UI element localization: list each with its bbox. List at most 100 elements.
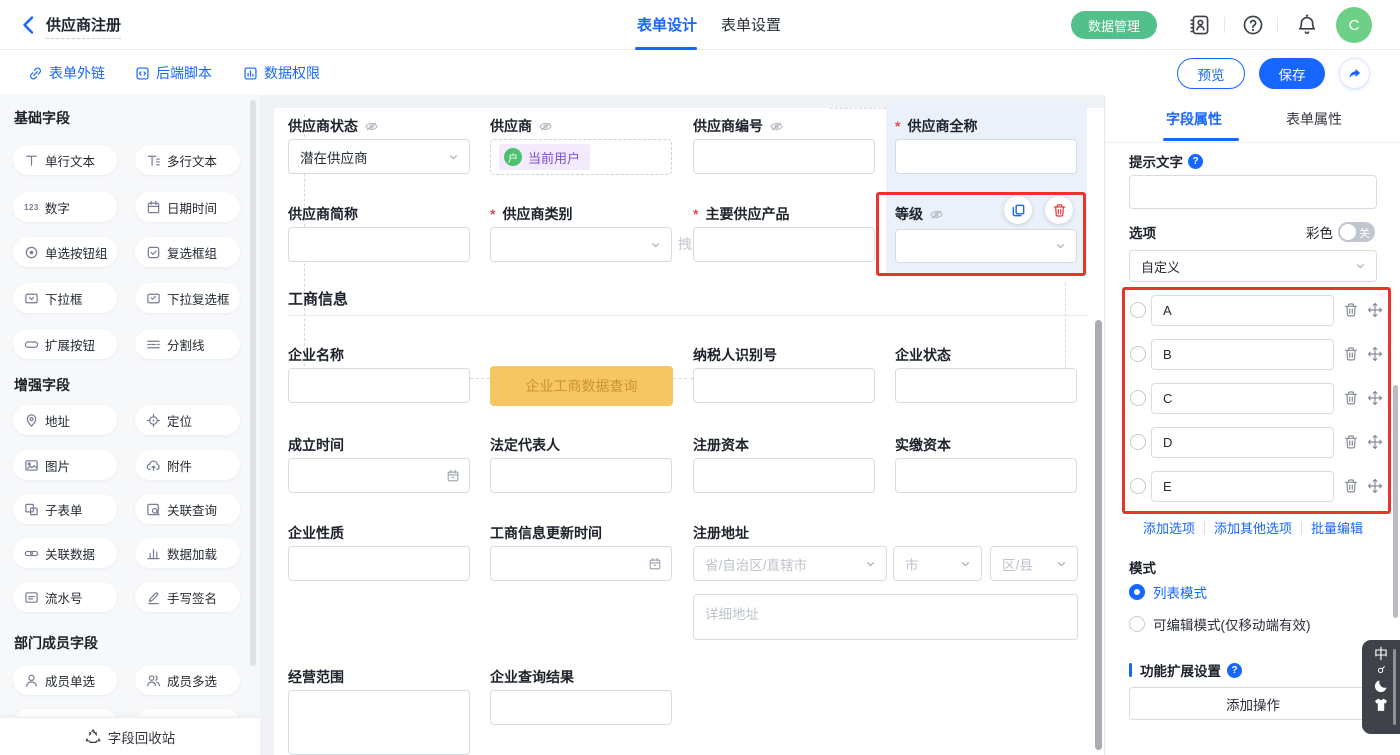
page-title[interactable]: 供应商注册	[46, 14, 121, 39]
option-delete-icon[interactable]	[1343, 478, 1359, 494]
add-option-link[interactable]: 添加选项	[1143, 518, 1195, 537]
field-type-member-single[interactable]: 成员单选	[13, 665, 117, 695]
field-type-multi-line-text[interactable]: 多行文本	[135, 145, 240, 175]
company-name-input[interactable]	[288, 368, 470, 403]
supplier-full-input[interactable]	[895, 139, 1077, 174]
supplier-short-input[interactable]	[288, 227, 470, 262]
batch-edit-link[interactable]: 批量编辑	[1311, 518, 1363, 537]
option-move-icon[interactable]	[1367, 390, 1383, 406]
field-type-extend-button[interactable]: 扩展按钮	[13, 329, 117, 359]
help-circle-icon[interactable]: ?	[1188, 154, 1203, 169]
dark-mode-moon-icon[interactable]	[1373, 677, 1390, 694]
reg-capital-input[interactable]	[693, 458, 875, 493]
form-external-link[interactable]: 表单外链	[28, 63, 105, 83]
paid-capital-input[interactable]	[895, 458, 1077, 493]
field-type-address[interactable]: 地址	[13, 405, 117, 435]
field-type-location[interactable]: 定位	[135, 405, 240, 435]
save-button[interactable]: 保存	[1259, 58, 1325, 89]
tax-id-input[interactable]	[693, 368, 875, 403]
tab-form-settings[interactable]: 表单设置	[721, 14, 781, 35]
sidebar-scrollbar[interactable]	[250, 100, 256, 666]
company-nature-input[interactable]	[288, 546, 470, 581]
theme-shirt-icon[interactable]	[1373, 697, 1389, 713]
field-type-datetime[interactable]: 日期时间	[135, 192, 240, 222]
back-icon[interactable]	[18, 14, 40, 36]
address-book-icon[interactable]	[1189, 14, 1211, 36]
share-button[interactable]	[1339, 58, 1370, 89]
field-type-serial-number[interactable]: 流水号	[13, 582, 117, 612]
legal-person-input[interactable]	[490, 458, 672, 493]
field-type-select[interactable]: 下拉框	[13, 283, 117, 313]
form-design-surface[interactable]: 拽到 供应商状态 潜在供应商 供应商 户 当前用户 供应商编号 供应商全称	[274, 108, 1104, 755]
option-move-icon[interactable]	[1367, 478, 1383, 494]
supplier-no-input[interactable]	[693, 139, 875, 174]
province-select[interactable]: 省/自治区/直辖市	[693, 546, 887, 581]
company-status-input[interactable]	[895, 368, 1077, 403]
field-type-checkbox-group[interactable]: 复选框组	[135, 237, 240, 267]
delete-field-button[interactable]	[1045, 196, 1073, 224]
supplier-status-select[interactable]: 潜在供应商	[288, 139, 470, 174]
backend-script-link[interactable]: 后端脚本	[135, 63, 212, 83]
avatar[interactable]: C	[1336, 7, 1372, 43]
option-value-input[interactable]	[1151, 427, 1334, 458]
canvas-scrollbar[interactable]	[1095, 320, 1102, 750]
color-toggle[interactable]: 关	[1338, 222, 1375, 242]
copy-field-button[interactable]	[1004, 196, 1032, 224]
supplier-user-field[interactable]: 户 当前用户	[490, 139, 672, 175]
detail-address-textarea[interactable]: 详细地址	[693, 594, 1078, 640]
update-time-input[interactable]	[490, 546, 672, 581]
level-select[interactable]	[895, 229, 1077, 263]
data-permission-link[interactable]: 数据权限	[243, 63, 320, 83]
field-type-radio-group[interactable]: 单选按钮组	[13, 237, 117, 267]
option-radio[interactable]	[1130, 302, 1146, 318]
option-delete-icon[interactable]	[1343, 390, 1359, 406]
option-move-icon[interactable]	[1367, 346, 1383, 362]
eye-off-icon[interactable]	[929, 207, 944, 222]
field-type-attachment[interactable]: 附件	[135, 450, 240, 480]
option-value-input[interactable]	[1151, 383, 1334, 414]
establish-date-input[interactable]	[288, 458, 470, 493]
eye-off-icon[interactable]	[538, 119, 553, 134]
panel-scrollbar[interactable]	[1393, 385, 1398, 618]
option-radio[interactable]	[1130, 434, 1146, 450]
option-move-icon[interactable]	[1367, 434, 1383, 450]
tab-form-properties[interactable]: 表单属性	[1286, 109, 1342, 129]
field-type-related-query[interactable]: 关联查询	[135, 494, 240, 524]
option-move-icon[interactable]	[1367, 302, 1383, 318]
field-type-image[interactable]: 图片	[13, 450, 117, 480]
tab-field-properties[interactable]: 字段属性	[1166, 109, 1222, 129]
supplier-category-select[interactable]	[490, 227, 672, 262]
eye-off-icon[interactable]	[769, 119, 784, 134]
main-products-input[interactable]	[693, 227, 875, 262]
option-source-select[interactable]: 自定义	[1129, 250, 1377, 282]
help-icon[interactable]	[1242, 14, 1264, 36]
field-recycle-bin[interactable]: 字段回收站	[0, 717, 260, 755]
field-type-signature[interactable]: 手写签名	[135, 582, 240, 612]
option-radio[interactable]	[1130, 478, 1146, 494]
field-type-related-data[interactable]: 关联数据	[13, 538, 117, 568]
district-select[interactable]: 区/县	[990, 546, 1078, 581]
help-circle-icon[interactable]: ?	[1227, 663, 1242, 678]
field-type-subform[interactable]: 子表单	[13, 494, 117, 524]
field-type-single-line-text[interactable]: 单行文本	[13, 145, 117, 175]
preview-button[interactable]: 预览	[1177, 58, 1245, 89]
add-other-option-link[interactable]: 添加其他选项	[1214, 518, 1292, 537]
business-data-query-button[interactable]: 企业工商数据查询	[490, 366, 673, 406]
option-radio[interactable]	[1130, 346, 1146, 362]
data-manage-button[interactable]: 数据管理	[1071, 11, 1157, 39]
placeholder-text-input[interactable]	[1129, 175, 1377, 209]
eye-off-icon[interactable]	[364, 119, 379, 134]
mode-radio-list[interactable]: 列表模式	[1129, 582, 1207, 602]
field-type-member-multi[interactable]: 成员多选	[135, 665, 240, 695]
business-scope-textarea[interactable]	[288, 690, 470, 755]
field-type-number[interactable]: 123 数字	[13, 192, 117, 222]
language-icon[interactable]: 中	[1374, 647, 1388, 662]
option-value-input[interactable]	[1151, 339, 1334, 370]
option-radio[interactable]	[1130, 390, 1146, 406]
field-type-multi-select[interactable]: 下拉复选框	[135, 283, 240, 313]
option-delete-icon[interactable]	[1343, 434, 1359, 450]
notification-bell-icon[interactable]	[1296, 14, 1318, 36]
option-value-input[interactable]	[1151, 295, 1334, 326]
field-type-divider[interactable]: 分割线	[135, 329, 240, 359]
add-action-button[interactable]: 添加操作	[1129, 687, 1377, 720]
